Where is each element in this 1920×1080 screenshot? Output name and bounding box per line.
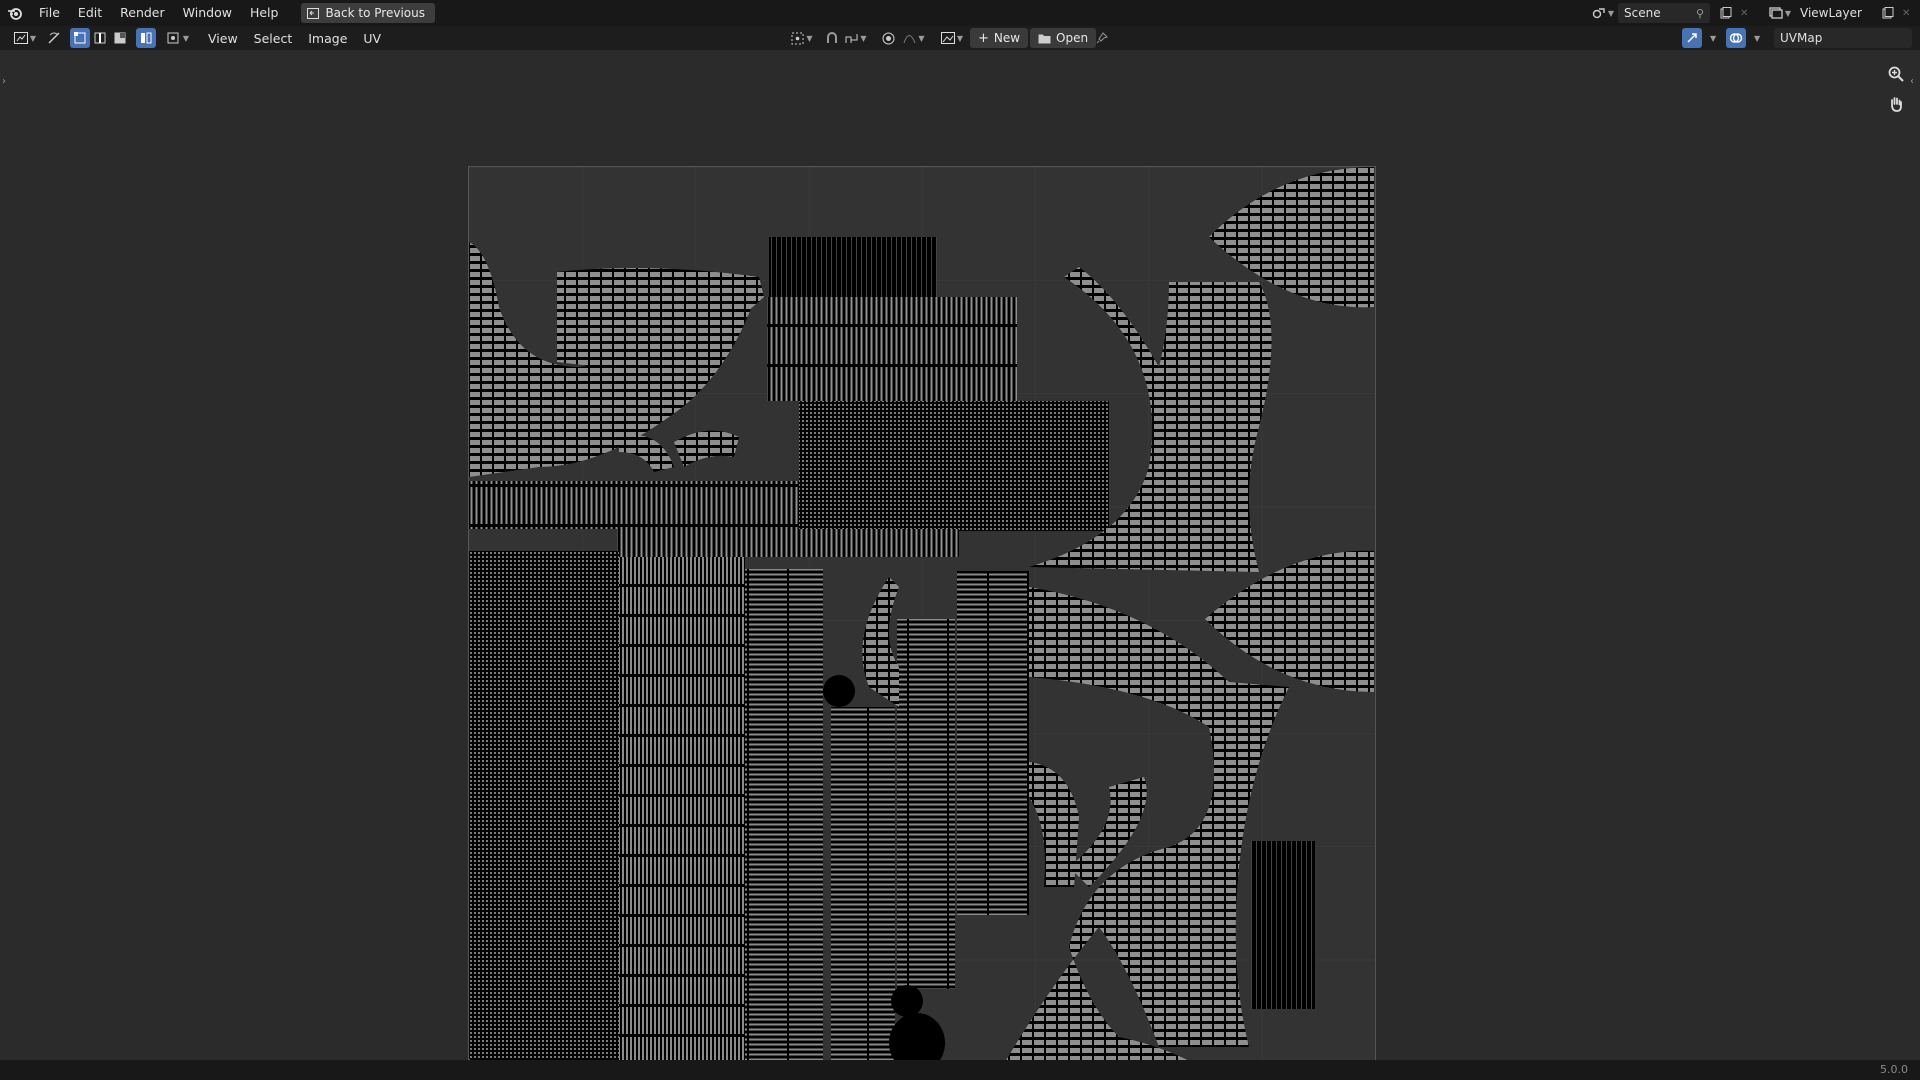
menu-uv[interactable]: UV xyxy=(355,31,389,46)
uv-map-field[interactable]: UVMap xyxy=(1774,28,1912,48)
menu-render[interactable]: Render xyxy=(111,2,174,24)
hand-pan-icon[interactable] xyxy=(1884,92,1908,116)
blender-logo-icon[interactable] xyxy=(0,0,30,26)
viewlayer-selector[interactable]: ▼ ViewLayer ✕ xyxy=(1766,3,1910,23)
island-select-mode-icon[interactable] xyxy=(136,28,156,48)
menu-file[interactable]: File xyxy=(30,2,69,24)
folder-icon xyxy=(1038,34,1051,43)
uv-island-vertical-column-6[interactable] xyxy=(957,571,1029,915)
viewlayer-name-field[interactable]: ViewLayer xyxy=(1794,3,1878,23)
scene-name-field[interactable]: Scene ⚲ xyxy=(1618,3,1710,23)
menu-view[interactable]: View xyxy=(200,31,246,46)
new-image-button[interactable]: + New xyxy=(970,28,1029,48)
image-browse-icon[interactable]: ▼ xyxy=(938,28,966,48)
uv-island-dark-block-top[interactable] xyxy=(769,237,937,297)
menu-edit[interactable]: Edit xyxy=(69,2,111,24)
overlay-dropdown-icon[interactable]: ▼ xyxy=(1754,34,1760,43)
menu-window[interactable]: Window xyxy=(174,2,241,24)
uv-island-horizontal-strip-left[interactable] xyxy=(469,481,799,529)
pivot-point-icon[interactable]: ▼ xyxy=(788,28,816,48)
close-viewlayer-icon[interactable]: ✕ xyxy=(1902,8,1910,19)
screen-back-icon xyxy=(307,7,320,19)
scene-selector[interactable]: ▼ Scene ⚲ ✕ xyxy=(1588,3,1748,23)
menu-image[interactable]: Image xyxy=(300,31,355,46)
top-bar: File Edit Render Window Help Back to Pre… xyxy=(0,0,1920,26)
uv-island-solid-circle-2[interactable] xyxy=(891,985,923,1017)
uv-island-dense-column-left[interactable] xyxy=(469,551,619,1073)
sync-selection-icon[interactable] xyxy=(44,28,64,48)
editor-type-icon[interactable]: ▼ xyxy=(10,28,40,48)
sidebar-expand-icon[interactable]: ‹ xyxy=(1910,76,1914,87)
uv-island-vertical-column-5[interactable] xyxy=(897,619,955,989)
scene-icon[interactable]: ▼ xyxy=(1588,3,1618,23)
uv-editor-header: ▼ ▼ View Select Image UV ▼ ▼ ▼ ▼ + New O… xyxy=(0,26,1920,50)
status-bar: 5.0.0 xyxy=(0,1060,1920,1080)
viewlayer-icon[interactable]: ▼ xyxy=(1766,3,1794,23)
menu-help[interactable]: Help xyxy=(241,2,288,24)
back-to-previous-button[interactable]: Back to Previous xyxy=(301,3,435,23)
uv-island-dark-block-right[interactable] xyxy=(1251,841,1315,1009)
uv-island-vertical-column-3[interactable] xyxy=(745,569,823,1073)
uv-island-vertical-strip-block[interactable] xyxy=(767,297,1017,401)
overlay-toggle-icon[interactable] xyxy=(1726,28,1746,48)
uv-map-canvas[interactable] xyxy=(469,167,1375,1073)
zoom-icon[interactable] xyxy=(1884,62,1908,86)
sticky-selection-icon[interactable]: ▼ xyxy=(164,28,192,48)
uv-image-area[interactable] xyxy=(468,166,1376,1074)
scene-name-text: Scene xyxy=(1624,6,1661,20)
menu-select[interactable]: Select xyxy=(246,31,301,46)
snap-toggle-icon[interactable] xyxy=(822,28,842,48)
plus-icon: + xyxy=(978,30,989,46)
uv-island-dense-square[interactable] xyxy=(799,401,1109,531)
uv-map-name: UVMap xyxy=(1780,31,1823,45)
gizmo-toggle-icon[interactable] xyxy=(1682,28,1702,48)
vertex-select-mode-icon[interactable] xyxy=(70,28,90,48)
face-select-mode-icon[interactable] xyxy=(110,28,130,48)
back-to-previous-label: Back to Previous xyxy=(325,6,425,20)
uv-editor-viewport[interactable]: › ‹ xyxy=(0,50,1920,1074)
open-image-button[interactable]: Open xyxy=(1030,28,1097,48)
proportional-editing-icon[interactable] xyxy=(878,28,898,48)
uv-island-vertical-column-4[interactable] xyxy=(831,707,895,1073)
snap-target-icon[interactable]: ▼ xyxy=(842,28,870,48)
uv-island-vertical-column-2[interactable] xyxy=(619,557,745,1073)
new-image-label: New xyxy=(993,31,1021,45)
edge-select-mode-icon[interactable] xyxy=(90,28,110,48)
uv-island-solid-circle-1[interactable] xyxy=(823,675,855,707)
gizmo-dropdown-icon[interactable]: ▼ xyxy=(1710,34,1716,43)
new-viewlayer-icon[interactable] xyxy=(1878,3,1898,23)
close-scene-icon[interactable]: ✕ xyxy=(1740,8,1748,19)
viewlayer-name-text: ViewLayer xyxy=(1800,6,1862,20)
pin-icon[interactable]: ⚲ xyxy=(1696,7,1704,20)
open-image-label: Open xyxy=(1056,31,1089,45)
new-scene-icon[interactable] xyxy=(1716,3,1736,23)
pin-image-icon[interactable] xyxy=(1092,28,1112,48)
version-label: 5.0.0 xyxy=(1880,1063,1908,1076)
toolbar-expand-icon[interactable]: › xyxy=(2,76,6,87)
proportional-falloff-icon[interactable]: ▼ xyxy=(900,28,928,48)
uv-island-horizontal-strip-mid[interactable] xyxy=(617,529,959,557)
